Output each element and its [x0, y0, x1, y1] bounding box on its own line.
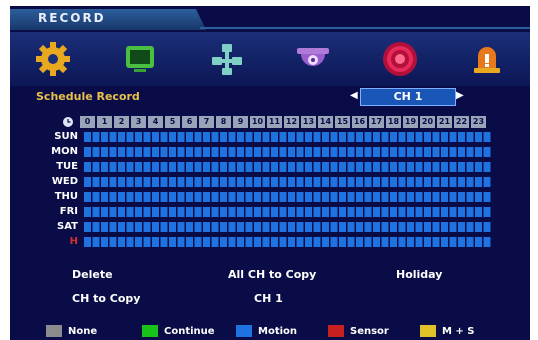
day-schedule-row[interactable] — [84, 132, 492, 142]
channel-selector[interactable]: CH 1 — [360, 88, 456, 106]
holiday-button[interactable]: Holiday — [396, 268, 442, 281]
title-bar: RECORD — [10, 6, 530, 30]
channel-next-icon[interactable]: ▶ — [456, 90, 464, 101]
hour-cell: 14 — [318, 116, 333, 128]
hour-cell: 15 — [335, 116, 350, 128]
day-schedule-row[interactable] — [84, 222, 492, 232]
legend: None Continue Motion Sensor M + S — [10, 322, 530, 340]
day-label: MON — [51, 146, 78, 157]
hour-cell: 16 — [352, 116, 367, 128]
hour-cell: 5 — [165, 116, 180, 128]
hour-cell: 8 — [216, 116, 231, 128]
hour-cell: 13 — [301, 116, 316, 128]
channel-prev-icon[interactable]: ◀ — [350, 90, 358, 101]
legend-item: Motion — [236, 325, 297, 337]
day-label: THU — [54, 191, 78, 202]
day-label: SAT — [57, 221, 78, 232]
legend-swatch — [142, 325, 158, 337]
alarm-icon[interactable] — [465, 37, 509, 81]
title-rule — [200, 27, 530, 29]
day-label: SUN — [54, 131, 78, 142]
legend-item: Sensor — [328, 325, 389, 337]
hour-cell: 3 — [131, 116, 146, 128]
day-schedule-row[interactable] — [84, 237, 492, 247]
hour-cell: 6 — [182, 116, 197, 128]
legend-item: None — [46, 325, 97, 337]
hour-cell: 19 — [403, 116, 418, 128]
day-schedule-row[interactable] — [84, 207, 492, 217]
hour-cell: 4 — [148, 116, 163, 128]
day-label: WED — [51, 176, 78, 187]
gear-icon[interactable] — [31, 37, 75, 81]
hour-cell: 1 — [97, 116, 112, 128]
legend-label: None — [68, 325, 98, 337]
hour-cell: 11 — [267, 116, 282, 128]
record-screen: RECORD Schedule Record ◀ CH 1 ▶ 0 1 2 3 … — [10, 6, 530, 340]
day-schedule-row[interactable] — [84, 177, 492, 187]
hour-cell: 17 — [369, 116, 384, 128]
hour-cell: 22 — [454, 116, 469, 128]
window-title: RECORD — [38, 11, 106, 25]
dome-camera-icon[interactable] — [291, 37, 335, 81]
legend-item: M + S — [420, 325, 475, 337]
legend-swatch — [236, 325, 252, 337]
record-icon[interactable] — [378, 37, 422, 81]
schedule-record-label: Schedule Record — [36, 90, 140, 103]
hour-cell: 18 — [386, 116, 401, 128]
hour-cell: 20 — [420, 116, 435, 128]
day-schedule-row[interactable] — [84, 147, 492, 157]
monitor-icon[interactable] — [118, 37, 162, 81]
hour-cell: 9 — [233, 116, 248, 128]
legend-label: Motion — [258, 325, 298, 337]
clock-icon — [63, 117, 73, 127]
legend-label: Sensor — [350, 325, 389, 337]
ch-to-copy-button[interactable]: CH to Copy — [72, 292, 140, 305]
day-label: H — [69, 236, 78, 247]
network-icon[interactable] — [205, 37, 249, 81]
day-schedule-row[interactable] — [84, 192, 492, 202]
legend-label: M + S — [442, 325, 475, 337]
legend-swatch — [46, 325, 62, 337]
delete-button[interactable]: Delete — [72, 268, 113, 281]
hour-cell: 12 — [284, 116, 299, 128]
hour-header-row: 0 1 2 3 4 5 6 7 8 9 10 11 12 13 14 15 16 17 18 19 20 21 22 23 — [80, 116, 490, 128]
day-schedule-row[interactable] — [84, 162, 492, 172]
hour-cell: 2 — [114, 116, 129, 128]
hour-cell: 7 — [199, 116, 214, 128]
hour-cell: 21 — [437, 116, 452, 128]
day-label: TUE — [56, 161, 78, 172]
ch-to-copy-value[interactable]: CH 1 — [254, 292, 283, 305]
hour-cell: 0 — [80, 116, 95, 128]
hour-cell: 10 — [250, 116, 265, 128]
day-label: FRI — [59, 206, 78, 217]
legend-swatch — [420, 325, 436, 337]
all-ch-to-copy-button[interactable]: All CH to Copy — [228, 268, 316, 281]
hour-cell: 23 — [471, 116, 486, 128]
legend-swatch — [328, 325, 344, 337]
menu-icon-row — [10, 32, 530, 86]
legend-label: Continue — [164, 325, 215, 337]
legend-item: Continue — [142, 325, 215, 337]
